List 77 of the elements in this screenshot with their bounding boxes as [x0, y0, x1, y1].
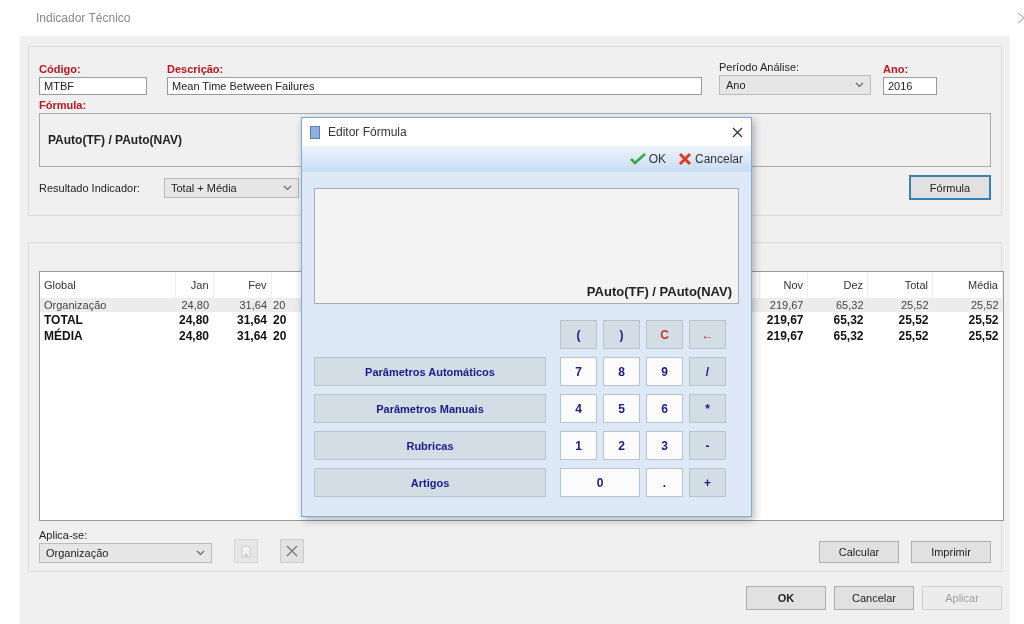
keypad-key[interactable]: /: [689, 357, 726, 386]
keypad-key[interactable]: 6: [646, 394, 683, 423]
keypad-key[interactable]: ): [603, 320, 640, 349]
table-cell: 20: [271, 298, 302, 312]
keypad-key[interactable]: 0: [560, 468, 640, 497]
keypad-key[interactable]: C: [646, 320, 683, 349]
formula-display: PAuto(TF) / PAuto(NAV): [314, 188, 739, 304]
table-cell: 20: [271, 312, 302, 328]
parameter-button[interactable]: Rubricas: [314, 431, 546, 460]
field-label: Resultado Indicador:: [39, 181, 141, 194]
text-field[interactable]: 2016: [883, 77, 937, 95]
parameter-button[interactable]: Artigos: [314, 468, 546, 497]
field-label: Fórmula:: [39, 99, 88, 111]
table-cell: TOTAL: [40, 312, 175, 328]
dropdown-caret-icon: [283, 184, 292, 191]
table-cell: 31,64: [213, 312, 272, 328]
result-dropdown[interactable]: Total + Média: [164, 177, 299, 198]
window-title: Indicador Técnico: [36, 11, 131, 25]
keypad-key[interactable]: (: [560, 320, 597, 349]
period-dropdown[interactable]: Ano: [719, 75, 871, 95]
table-cell-text: 31,64: [236, 328, 269, 344]
text-field[interactable]: MTBF: [39, 77, 147, 95]
table-cell: 24,80: [175, 312, 214, 328]
formula-button[interactable]: Fórmula: [909, 175, 991, 200]
table-cell: 25,52: [932, 298, 1003, 312]
field-label: Código:: [39, 63, 82, 75]
keypad-key[interactable]: ←: [689, 320, 726, 349]
table-cell-text: MÉDIA: [43, 328, 84, 344]
keypad-key[interactable]: .: [646, 468, 683, 497]
cross-icon: [677, 152, 692, 166]
table-cell: 219,67: [759, 312, 808, 328]
table-cell: 25,52: [932, 312, 1003, 328]
ok-button[interactable]: OK: [625, 150, 670, 168]
keypad-key[interactable]: 1: [560, 431, 597, 460]
check-icon: [629, 153, 646, 165]
dropdown-caret-icon: [196, 550, 205, 556]
table-cell: 25,52: [867, 312, 933, 328]
keypad-key[interactable]: *: [689, 394, 726, 423]
keypad-key[interactable]: 5: [603, 394, 640, 423]
keypad-key[interactable]: 2: [603, 431, 640, 460]
dialog-title: Editor Fórmula: [328, 125, 407, 139]
keypad-key[interactable]: -: [689, 431, 726, 460]
keypad-key[interactable]: 3: [646, 431, 683, 460]
field-label: Descrição:: [167, 63, 225, 75]
table-cell: 24,80: [175, 298, 214, 312]
dialog-button[interactable]: Cancelar: [834, 586, 914, 610]
field-label: Aplica-se:: [39, 529, 89, 541]
keypad-key[interactable]: 8: [603, 357, 640, 386]
table-cell: 65,32: [807, 312, 868, 328]
cancel-button[interactable]: Cancelar: [673, 150, 747, 168]
table-cell-text: 25,52: [897, 328, 930, 344]
field-label: Período Análise:: [719, 61, 801, 73]
table-cell: 31,64: [213, 298, 272, 312]
keypad-key[interactable]: 4: [560, 394, 597, 423]
table-cell-text: 25,52: [967, 328, 1000, 344]
table-cell: Organização: [40, 298, 175, 312]
dialog-button[interactable]: OK: [746, 586, 826, 610]
keypad-key[interactable]: 7: [560, 357, 597, 386]
table-cell: 25,52: [867, 298, 933, 312]
table-cell: 65,32: [807, 298, 868, 312]
action-button[interactable]: Imprimir: [911, 541, 991, 563]
parameter-button[interactable]: Parâmetros Automáticos: [314, 357, 546, 386]
keypad-key[interactable]: +: [689, 468, 726, 497]
delete-icon[interactable]: [280, 539, 304, 563]
table-cell-text: 24,80: [178, 328, 211, 344]
action-button[interactable]: Calcular: [819, 541, 899, 563]
applies-dropdown[interactable]: Organização: [39, 543, 212, 563]
table-cell: 219,67: [759, 298, 808, 312]
table-cell-text: 219,67: [765, 328, 805, 344]
table-cell-text: 20: [272, 328, 288, 344]
keypad-key[interactable]: 9: [646, 357, 683, 386]
dropdown-caret-icon: [855, 82, 864, 88]
field-label: Ano:: [883, 63, 910, 75]
text-field[interactable]: Mean Time Between Failures: [167, 77, 702, 95]
document-icon: [310, 125, 320, 139]
parameter-button[interactable]: Parâmetros Manuais: [314, 394, 546, 423]
table-cell-text: 65,32: [832, 328, 865, 344]
